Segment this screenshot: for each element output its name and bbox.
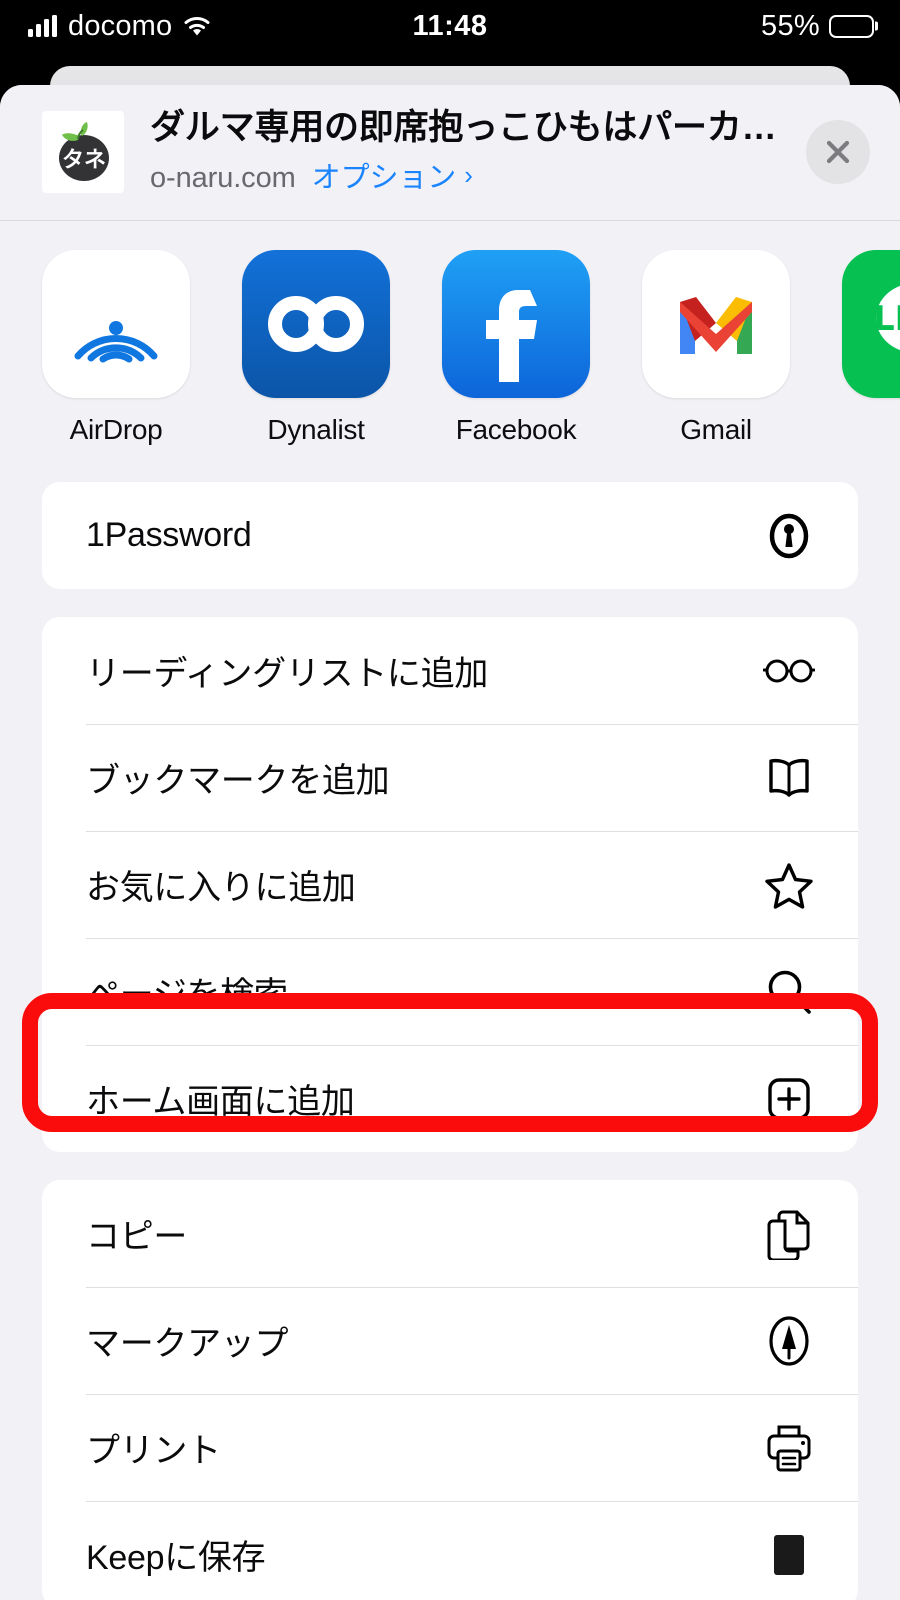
app-share-row[interactable]: AirDrop Dynalist Facebook Gmail L [0, 221, 900, 467]
row-print[interactable]: プリント [42, 1394, 858, 1501]
row-label: お気に入りに追加 [86, 869, 356, 908]
keep-icon [762, 1528, 816, 1582]
facebook-f-icon [442, 250, 590, 399]
app-line[interactable]: LINE [842, 250, 900, 414]
markup-pen-icon [762, 1314, 816, 1368]
app-gmail[interactable]: Gmail [642, 250, 790, 446]
search-icon [762, 965, 816, 1019]
row-save-to-keep[interactable]: Keepに保存 [42, 1501, 858, 1600]
page-title: ダルマ専用の即席抱っこひもはパーカーで… [150, 108, 788, 147]
gmail-m-icon [642, 250, 790, 399]
svg-text:LINE: LINE [873, 299, 900, 339]
action-groups: 1Password リーディングリストに追加 ブックマークを追加 お気に入りに追… [0, 466, 900, 1600]
app-label: Dynalist [267, 414, 365, 446]
favicon-text: タネ [62, 148, 106, 173]
row-label: ホーム画面に追加 [86, 1083, 355, 1122]
close-button[interactable] [806, 119, 870, 184]
row-label: ページを検索 [86, 976, 288, 1015]
share-sheet: タネ ダルマ専用の即席抱っこひもはパーカーで… o-naru.com オプション… [0, 85, 900, 1600]
row-add-to-reading-list[interactable]: リーディングリストに追加 [42, 617, 858, 724]
app-dynalist[interactable]: Dynalist [242, 250, 390, 446]
copy-documents-icon [762, 1207, 816, 1261]
app-label: AirDrop [69, 414, 163, 446]
options-label: オプション [311, 162, 457, 195]
app-label: Gmail [680, 414, 752, 446]
app-facebook[interactable]: Facebook [442, 250, 590, 446]
row-find-on-page[interactable]: ページを検索 [42, 938, 858, 1045]
status-bar: docomo 11:48 55% [0, 0, 900, 52]
app-airdrop[interactable]: AirDrop [42, 250, 190, 446]
action-group-system: コピー マークアップ プリント Keepに保存 [42, 1180, 858, 1600]
row-copy[interactable]: コピー [42, 1180, 858, 1287]
options-link[interactable]: オプション › [312, 154, 473, 196]
share-sheet-wrapper: タネ ダルマ専用の即席抱っこひもはパーカーで… o-naru.com オプション… [0, 52, 900, 1600]
row-label: 1Password [86, 516, 252, 555]
row-1password[interactable]: 1Password [42, 482, 858, 589]
row-label: プリント [86, 1432, 221, 1471]
share-preview-header: タネ ダルマ専用の即席抱っこひもはパーカーで… o-naru.com オプション… [0, 85, 900, 222]
share-preview-subline: o-naru.com オプション › [150, 154, 788, 196]
battery-icon [829, 14, 874, 38]
app-label: Facebook [455, 414, 577, 446]
star-icon [762, 858, 816, 912]
row-label: Keepに保存 [86, 1539, 266, 1578]
share-preview-text: ダルマ専用の即席抱っこひもはパーカーで… o-naru.com オプション › [150, 107, 788, 196]
printer-icon [762, 1421, 816, 1475]
status-bar-right: 55% [761, 10, 874, 43]
action-group-extensions: 1Password [42, 482, 858, 590]
row-add-bookmark[interactable]: ブックマークを追加 [42, 724, 858, 831]
open-book-icon [762, 751, 816, 805]
wifi-icon [183, 15, 211, 37]
row-label: リーディングリストに追加 [86, 655, 489, 694]
dynalist-infinity-icon [242, 250, 390, 399]
glasses-icon [762, 644, 816, 698]
site-favicon: タネ [42, 110, 124, 193]
airdrop-icon [42, 250, 190, 399]
close-icon [826, 140, 850, 163]
cellular-bars-icon [28, 15, 57, 37]
row-label: マークアップ [86, 1325, 289, 1364]
row-label: ブックマークを追加 [86, 762, 390, 801]
status-bar-left: docomo [28, 10, 211, 43]
row-markup[interactable]: マークアップ [42, 1287, 858, 1394]
row-add-to-favorites[interactable]: お気に入りに追加 [42, 831, 858, 938]
row-label: コピー [86, 1218, 188, 1257]
plus-square-icon [762, 1072, 816, 1126]
carrier-name: docomo [68, 9, 173, 42]
chevron-right-icon: › [464, 159, 473, 190]
battery-percent-label: 55% [761, 9, 820, 42]
onepassword-keyhole-icon [762, 509, 816, 563]
line-icon: LINE [842, 250, 900, 399]
row-add-to-home-screen[interactable]: ホーム画面に追加 [42, 1045, 858, 1152]
action-group-safari: リーディングリストに追加 ブックマークを追加 お気に入りに追加 ページを検索 ホ… [42, 617, 858, 1153]
page-domain: o-naru.com [150, 162, 296, 195]
